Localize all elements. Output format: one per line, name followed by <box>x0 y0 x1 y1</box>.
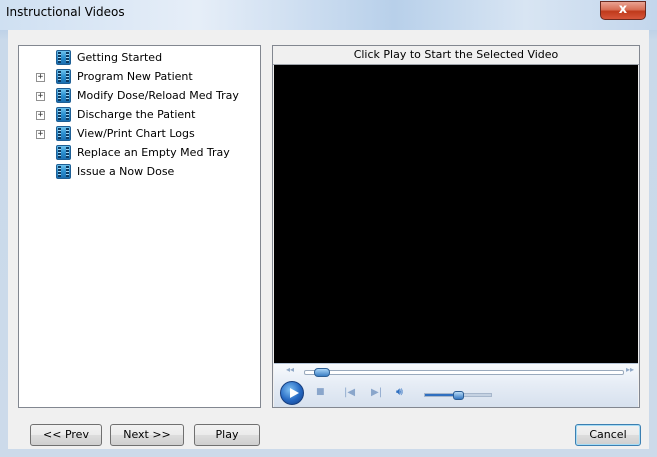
video-film-icon <box>56 145 71 160</box>
tree-item-modify-dose[interactable]: + Modify Dose/Reload Med Tray <box>19 87 259 105</box>
play-button[interactable]: Play <box>194 424 260 446</box>
stop-icon[interactable]: ■ <box>316 387 325 397</box>
video-film-icon <box>56 88 71 103</box>
player-caption: Click Play to Start the Selected Video <box>273 46 639 65</box>
tree-item-label: View/Print Chart Logs <box>77 127 195 140</box>
tree-item-label: Replace an Empty Med Tray <box>77 146 230 159</box>
previous-track-icon[interactable]: |◀ <box>344 387 355 398</box>
tree-item-label: Discharge the Patient <box>77 108 196 121</box>
cancel-button[interactable]: Cancel <box>575 424 641 446</box>
rewind-icon[interactable]: ◂◂ <box>286 365 294 374</box>
video-film-icon <box>56 69 71 84</box>
seek-bar[interactable] <box>304 368 624 377</box>
tree-item-program-new-patient[interactable]: + Program New Patient <box>19 68 259 86</box>
tree-item-issue-now-dose[interactable]: Issue a Now Dose <box>19 163 259 181</box>
title-bar[interactable]: Instructional Videos x <box>0 0 657 30</box>
video-display[interactable] <box>274 65 638 363</box>
video-player-panel: Click Play to Start the Selected Video ◂… <box>272 45 640 408</box>
tree-item-view-print-chart-logs[interactable]: + View/Print Chart Logs <box>19 125 259 143</box>
video-film-icon <box>56 126 71 141</box>
expand-plus-icon[interactable]: + <box>36 130 45 139</box>
volume-speaker-icon[interactable]: 🔊︎ <box>396 385 403 399</box>
play-icon[interactable] <box>280 381 304 405</box>
tree-item-label: Getting Started <box>77 51 163 64</box>
expand-plus-icon[interactable]: + <box>36 111 45 120</box>
video-film-icon <box>56 50 71 65</box>
prev-button[interactable]: << Prev <box>30 424 102 446</box>
video-film-icon <box>56 164 71 179</box>
tree-item-label: Issue a Now Dose <box>77 165 175 178</box>
tree-item-label: Modify Dose/Reload Med Tray <box>77 89 239 102</box>
volume-slider-thumb[interactable] <box>453 391 464 400</box>
window-title: Instructional Videos <box>6 5 125 19</box>
tree-item-getting-started[interactable]: Getting Started <box>19 49 259 67</box>
tree-item-label: Program New Patient <box>77 70 193 83</box>
instructional-videos-window: Instructional Videos x Getting Started +… <box>0 0 657 457</box>
seek-slider-thumb[interactable] <box>314 368 330 377</box>
next-button[interactable]: Next >> <box>110 424 184 446</box>
tree-item-discharge-patient[interactable]: + Discharge the Patient <box>19 106 259 124</box>
tree-item-replace-empty-med-tray[interactable]: Replace an Empty Med Tray <box>19 144 259 162</box>
fast-forward-icon[interactable]: ▸▸ <box>626 365 634 374</box>
video-tree[interactable]: Getting Started + Program New Patient + … <box>18 45 261 408</box>
expand-plus-icon[interactable]: + <box>36 73 45 82</box>
volume-slider[interactable] <box>424 391 492 400</box>
close-icon: x <box>618 2 628 17</box>
next-track-icon[interactable]: ▶| <box>371 387 382 398</box>
player-controls: ◂◂ ▸▸ ■ |◀ ▶| 🔊︎ <box>274 363 638 407</box>
video-film-icon <box>56 107 71 122</box>
close-button[interactable]: x <box>600 1 646 20</box>
expand-plus-icon[interactable]: + <box>36 92 45 101</box>
